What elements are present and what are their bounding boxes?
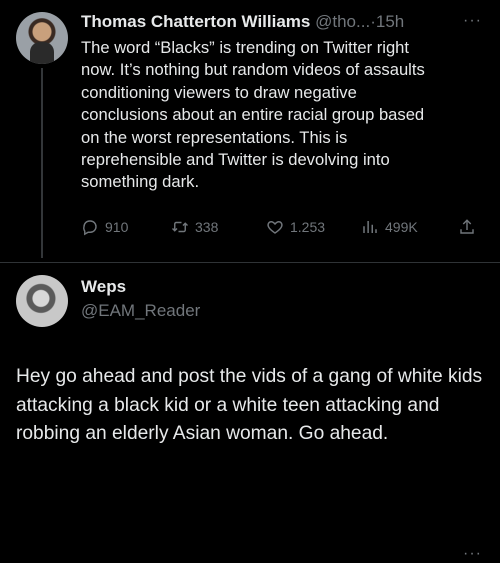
view-count: 499K bbox=[385, 219, 418, 235]
share-icon bbox=[460, 219, 474, 234]
action-bar: 910 338 1.253 499K bbox=[81, 218, 491, 238]
reply-count: 910 bbox=[105, 219, 129, 235]
tweet-time[interactable]: 15h bbox=[376, 12, 404, 31]
retweet-button[interactable]: 338 bbox=[171, 218, 218, 236]
more-icon[interactable]: ··· bbox=[463, 12, 482, 30]
like-count: 1.253 bbox=[290, 219, 326, 235]
reply-author-handle[interactable]: @EAM_Reader bbox=[81, 301, 200, 321]
views-icon bbox=[363, 221, 377, 233]
reply-button[interactable]: 910 bbox=[81, 218, 128, 236]
views-button[interactable]: 499K bbox=[361, 218, 418, 236]
retweet-count: 338 bbox=[195, 219, 219, 235]
retweet-icon bbox=[171, 221, 189, 233]
reply-author-avatar[interactable] bbox=[16, 275, 68, 327]
share-button[interactable] bbox=[458, 218, 476, 236]
reply-author-name[interactable]: Weps bbox=[81, 277, 126, 297]
reply-tweet[interactable]: Weps @EAM_Reader ··· Hey go ahead and po… bbox=[0, 263, 500, 562]
reply-more-icon[interactable]: ··· bbox=[463, 545, 482, 563]
author-avatar[interactable] bbox=[16, 12, 68, 64]
reply-text: Hey go ahead and post the vids of a gang… bbox=[16, 366, 483, 444]
original-tweet[interactable]: Thomas Chatterton Williams @tho...·15h ·… bbox=[0, 0, 500, 262]
like-button[interactable]: 1.253 bbox=[266, 218, 325, 236]
thread-line bbox=[41, 68, 43, 258]
tweet-header: Thomas Chatterton Williams @tho...·15h bbox=[81, 11, 481, 35]
reply-icon bbox=[83, 220, 97, 236]
like-icon bbox=[267, 221, 283, 234]
author-handle[interactable]: @tho... bbox=[315, 12, 370, 31]
author-name[interactable]: Thomas Chatterton Williams bbox=[81, 12, 310, 31]
tweet-text: The word “Blacks” is trending on Twitter… bbox=[81, 38, 425, 192]
